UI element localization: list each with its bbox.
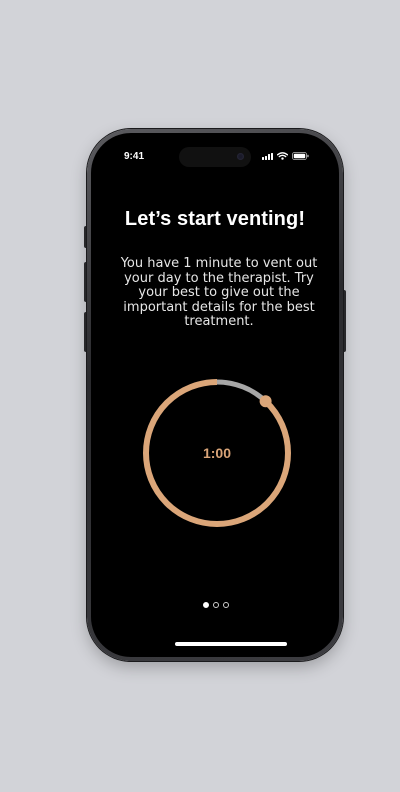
page-dot[interactable]: [223, 602, 229, 608]
camera-icon: [237, 153, 244, 160]
page: 9:41 Let’s start venting! You have 1 min…: [0, 0, 400, 792]
signal-icon: [262, 152, 273, 160]
page-indicator: [203, 602, 229, 608]
instructions-text: You have 1 minute to vent out your day t…: [120, 256, 318, 329]
page-dot[interactable]: [213, 602, 219, 608]
page-title: Let’s start venting!: [124, 208, 306, 230]
page-dot[interactable]: [203, 602, 209, 608]
home-indicator[interactable]: [175, 642, 287, 646]
wifi-icon: [277, 152, 288, 160]
countdown-timer: 1:00: [141, 377, 293, 529]
status-time: 9:41: [124, 151, 145, 162]
status-icons: [262, 152, 309, 160]
phone-screen: 9:41 Let’s start venting! You have 1 min…: [91, 133, 339, 657]
battery-icon: [292, 152, 309, 160]
timer-label: 1:00: [202, 445, 232, 461]
